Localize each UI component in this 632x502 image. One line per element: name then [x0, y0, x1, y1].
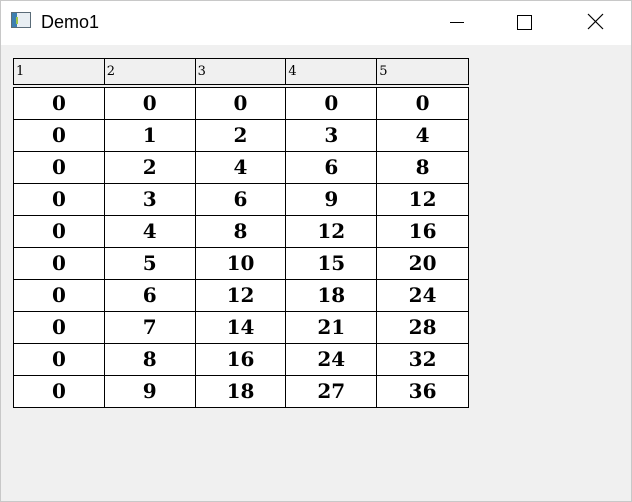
table-cell[interactable]: 3: [286, 120, 378, 152]
table-cell[interactable]: 0: [286, 88, 378, 120]
title-bar[interactable]: Demo1: [1, 1, 631, 45]
minimize-button[interactable]: [434, 1, 480, 45]
table-cell[interactable]: 1: [104, 120, 196, 152]
table-cell[interactable]: 36: [377, 376, 469, 408]
window-title: Demo1: [41, 12, 100, 32]
table-cell[interactable]: 9: [286, 184, 378, 216]
table-row: 0 8 16 24 32: [14, 344, 469, 376]
table-cell[interactable]: 0: [14, 120, 105, 152]
table-cell[interactable]: 18: [195, 376, 287, 408]
column-header[interactable]: 2: [105, 59, 196, 84]
table-row: 0 6 12 18 24: [14, 280, 469, 312]
table-cell[interactable]: 24: [377, 280, 469, 312]
table-cell[interactable]: 0: [195, 88, 287, 120]
table-cell[interactable]: 0: [14, 88, 105, 120]
table-cell[interactable]: 8: [377, 152, 469, 184]
table-cell[interactable]: 8: [104, 344, 196, 376]
table-cell[interactable]: 6: [104, 280, 196, 312]
table-cell[interactable]: 7: [104, 312, 196, 344]
table-cell[interactable]: 4: [377, 120, 469, 152]
maximize-button[interactable]: [500, 1, 546, 45]
table-cell[interactable]: 0: [14, 152, 105, 184]
table-cell[interactable]: 16: [195, 344, 287, 376]
app-icon[interactable]: [11, 12, 31, 28]
table-cell[interactable]: 14: [195, 312, 287, 344]
table-cell[interactable]: 0: [377, 88, 469, 120]
table-cell[interactable]: 8: [195, 216, 287, 248]
table-row: 01234: [14, 120, 469, 152]
table-cell[interactable]: 0: [104, 88, 196, 120]
table-cell[interactable]: 12: [286, 216, 378, 248]
table-cell[interactable]: 12: [195, 280, 287, 312]
app-window: Demo1 1 2 3 4 5 0 0 0 0 0 0 1 2 3 4 0 2 4 6 8 0 3 6 9 12 0 4 8: [0, 0, 632, 502]
table-cell[interactable]: 0: [14, 184, 105, 216]
table-row: 00000: [14, 88, 469, 120]
table-cell[interactable]: 20: [377, 248, 469, 280]
table-cell[interactable]: 12: [377, 184, 469, 216]
table-cell[interactable]: 21: [286, 312, 378, 344]
table-cell[interactable]: 18: [286, 280, 378, 312]
table-cell[interactable]: 2: [104, 152, 196, 184]
close-icon: [587, 13, 604, 30]
table-cell[interactable]: 15: [286, 248, 378, 280]
table-cell[interactable]: 4: [195, 152, 287, 184]
table-cell[interactable]: 27: [286, 376, 378, 408]
table-row: 0 5 10 15 20: [14, 248, 469, 280]
minimize-icon: [450, 22, 464, 23]
table-cell[interactable]: 0: [14, 280, 105, 312]
maximize-icon: [517, 15, 532, 30]
column-header[interactable]: 3: [196, 59, 287, 84]
table-row: 0 9 18 27 36: [14, 376, 469, 408]
table-cell[interactable]: 32: [377, 344, 469, 376]
table-cell[interactable]: 9: [104, 376, 196, 408]
table-row: 02468: [14, 152, 469, 184]
table-cell[interactable]: 6: [195, 184, 287, 216]
column-header[interactable]: 5: [377, 59, 469, 84]
table-row: 0 4 8 12 16: [14, 216, 469, 248]
table-cell[interactable]: 2: [195, 120, 287, 152]
table-row: 0 3 6 9 12: [14, 184, 469, 216]
table-row: 0 7 14 21 28: [14, 312, 469, 344]
table-cell[interactable]: 0: [14, 376, 105, 408]
table-cell[interactable]: 10: [195, 248, 287, 280]
table-cell[interactable]: 0: [14, 216, 105, 248]
close-button[interactable]: [572, 1, 618, 45]
table-cell[interactable]: 16: [377, 216, 469, 248]
table-cell[interactable]: 5: [104, 248, 196, 280]
table-body: 0 0 0 0 0 0 1 2 3 4 0 2 4 6 8 0 3 6 9 12 0 4 8 12 16 0 5 10 15 20 0 6 12…: [13, 87, 469, 408]
table-cell[interactable]: 24: [286, 344, 378, 376]
table-cell[interactable]: 4: [104, 216, 196, 248]
column-header[interactable]: 4: [286, 59, 378, 84]
table-cell[interactable]: 0: [14, 312, 105, 344]
table-cell[interactable]: 6: [286, 152, 378, 184]
table-cell[interactable]: 0: [14, 248, 105, 280]
table-header: 1 2 3 4 5: [13, 58, 469, 85]
table-cell[interactable]: 0: [14, 344, 105, 376]
table-widget[interactable]: 1 2 3 4 5 0 0 0 0 0 0 1 2 3 4 0 2 4 6 8 0 3 6 9 12 0 4 8 12 16 0 5…: [13, 58, 469, 408]
table-cell[interactable]: 3: [104, 184, 196, 216]
table-cell[interactable]: 28: [377, 312, 469, 344]
column-header[interactable]: 1: [14, 59, 105, 84]
